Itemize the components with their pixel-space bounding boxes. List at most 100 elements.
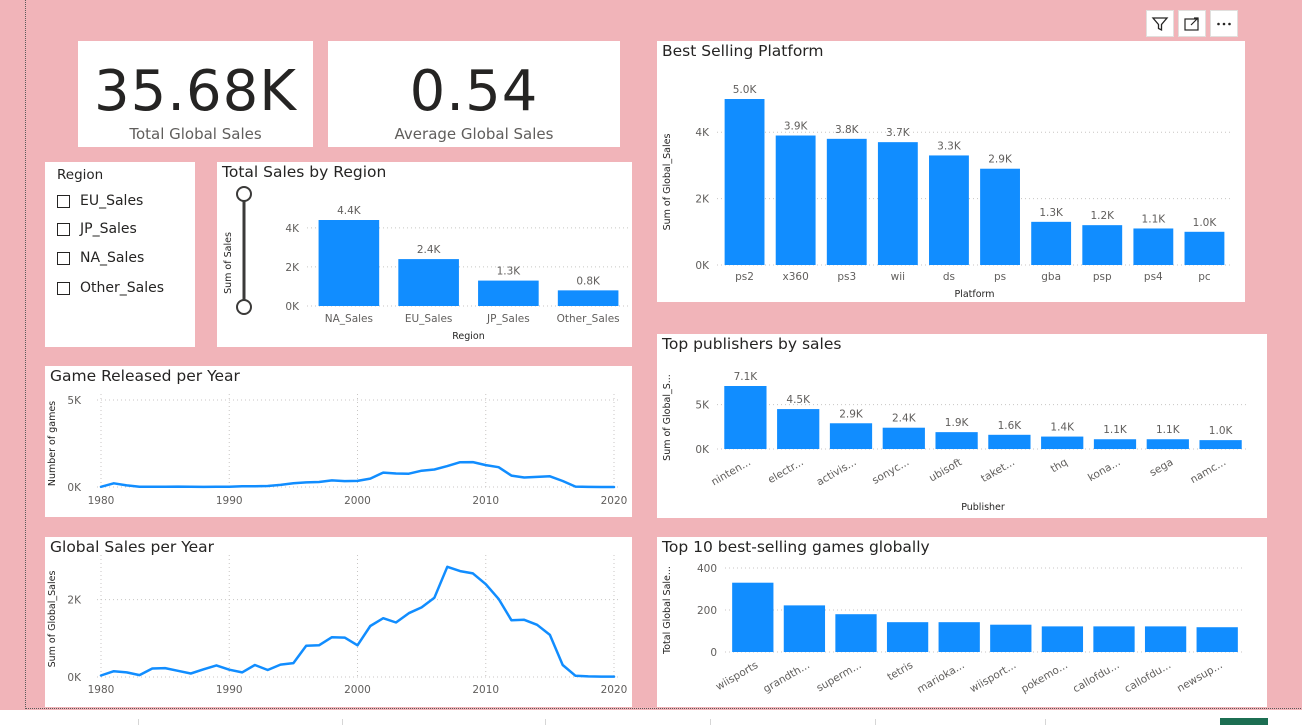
zoom-slider-handle-bottom: [236, 299, 252, 315]
slicer-item-other-sales[interactable]: Other_Sales: [57, 278, 164, 298]
x-tick-label: pokemo...: [1019, 659, 1070, 695]
x-tick-label: 1980: [88, 684, 115, 696]
bar: [826, 138, 867, 265]
bar: [777, 409, 820, 449]
bar: [929, 155, 969, 265]
checkbox[interactable]: [57, 222, 70, 236]
x-tick-label: wii: [891, 271, 905, 283]
x-tick-label: JP_Sales: [486, 313, 530, 325]
region-slicer[interactable]: Region EU_Sales JP_Sales NA_Sales Other_…: [45, 162, 195, 347]
x-tick-label: tetris: [885, 659, 915, 683]
bar: [1041, 626, 1084, 652]
data-label: 2.4K: [417, 244, 442, 256]
slicer-item-label: EU_Sales: [80, 193, 144, 209]
slicer-title: Region: [57, 167, 104, 183]
x-tick-label: 1990: [216, 684, 243, 696]
bar: [938, 622, 980, 652]
bar: [557, 290, 619, 306]
checkbox[interactable]: [57, 194, 70, 208]
x-tick-label: callofdu...: [1122, 659, 1173, 695]
more-options-button[interactable]: [1210, 10, 1238, 37]
x-tick-label: ds: [943, 271, 955, 283]
x-tick-label: ps3: [837, 271, 856, 283]
x-tick-label: 2020: [601, 495, 628, 507]
bar: [990, 624, 1032, 652]
chart-card-game-released-per-year[interactable]: Game Released per Year 0K 5K 1980 1990 2000 2…: [45, 366, 632, 517]
x-tick-label: 2000: [344, 495, 371, 507]
y-tick-label: 5K: [695, 400, 710, 412]
x-tick-label: activis...: [815, 456, 859, 488]
data-label: 4.5K: [786, 394, 811, 406]
x-tick-label: 2010: [472, 684, 499, 696]
data-label: 2.9K: [988, 154, 1013, 166]
data-label: 1.9K: [945, 417, 970, 429]
data-label: 3.9K: [784, 121, 809, 133]
x-tick-label: kona...: [1086, 456, 1123, 484]
checkbox[interactable]: [57, 251, 70, 265]
bar: [1082, 225, 1123, 265]
kpi-label: Average Global Sales: [394, 125, 554, 143]
region-bar-chart: 0K 2K 4K Sum of Sales 4.4K NA_Sales 2.4K EU_Sal…: [223, 186, 628, 342]
x-tick-label: pc: [1198, 271, 1211, 283]
y-tick-label: 200: [697, 605, 717, 617]
bar: [1196, 627, 1238, 652]
chart-card-top-10-games[interactable]: Top 10 best-selling games globally 0 200 4…: [657, 537, 1267, 707]
slicer-item-jp-sales[interactable]: JP_Sales: [57, 219, 137, 239]
bar: [988, 434, 1031, 449]
filter-button[interactable]: [1146, 10, 1174, 37]
y-tick-label: 0K: [67, 672, 82, 684]
kpi-card-average-global-sales[interactable]: 0.54 Average Global Sales: [328, 41, 620, 147]
sales-per-year-line-chart: 0K 2K 1980 1990 2000 2010 2020 Sum of Global_Sa…: [47, 555, 627, 696]
y-axis-title: Sum of Sales: [223, 232, 234, 294]
x-tick-label: sega: [1148, 456, 1176, 479]
data-label: 1.1K: [1103, 424, 1128, 436]
x-tick-label: thq: [1049, 456, 1070, 475]
kpi-card-total-global-sales[interactable]: 35.68K Total Global Sales: [78, 41, 313, 147]
more-options-icon: [1217, 22, 1231, 25]
bar: [1133, 228, 1174, 265]
data-label: 3.7K: [886, 127, 911, 139]
y-tick-label: 4K: [695, 127, 710, 139]
bar: [1146, 439, 1189, 449]
y-tick-label: 2K: [285, 262, 300, 274]
slicer-item-eu-sales[interactable]: EU_Sales: [57, 191, 143, 211]
active-page-indicator: [1220, 718, 1268, 725]
chart-card-total-sales-by-region[interactable]: Total Sales by Region 0K 2K 4K Sum of Sales…: [217, 162, 632, 347]
x-tick-label: marioka...: [915, 659, 967, 696]
x-tick-label: wiisports: [714, 659, 761, 693]
bar: [877, 142, 918, 265]
y-tick-label: 0K: [285, 301, 300, 313]
x-tick-label: ps4: [1144, 271, 1163, 283]
x-tick-label: wiisport...: [968, 659, 1019, 695]
x-tick-label: psp: [1093, 271, 1112, 283]
x-tick-label: ps: [994, 271, 1006, 283]
slicer-item-na-sales[interactable]: NA_Sales: [57, 248, 144, 268]
x-axis-title: Platform: [954, 289, 994, 300]
chart-card-top-publishers[interactable]: Top publishers by sales 0K 5K Sum of Globa…: [657, 334, 1267, 518]
x-tick-label: namc...: [1188, 456, 1228, 486]
x-axis-title: Publisher: [961, 502, 1005, 513]
bar: [1184, 231, 1225, 265]
y-tick-label: 4K: [285, 223, 300, 235]
bottom-page-bar: [0, 710, 1302, 725]
x-tick-label: ninten...: [709, 456, 753, 488]
chart-card-global-sales-per-year[interactable]: Global Sales per Year 0K 2K 1980 1990 2000 20…: [45, 537, 632, 707]
data-label: 3.3K: [937, 140, 962, 152]
x-tick-label: callofdu...: [1071, 659, 1122, 695]
checkbox[interactable]: [57, 281, 70, 295]
y-axis-title: Total Global Sale...: [662, 566, 673, 655]
slicer-item-label: NA_Sales: [80, 250, 145, 266]
focus-mode-icon: [1184, 16, 1199, 31]
data-label: 1.6K: [998, 420, 1023, 432]
zoom-slider-handle-top: [236, 186, 252, 202]
bar: [1144, 626, 1187, 652]
filter-icon: [1151, 16, 1169, 31]
top-games-bar-chart: 0 200 400 Total Global Sale... wiisports gran…: [662, 563, 1243, 696]
chart-card-best-selling-platform[interactable]: Best Selling Platform 0K 2K 4K Sum of Globa…: [657, 41, 1245, 302]
platform-bar-chart: 0K 2K 4K Sum of Global_Sales 5.0K ps2 3.9K x360…: [662, 84, 1230, 300]
data-label: 1.2K: [1090, 210, 1115, 222]
data-label: 2.9K: [839, 408, 864, 420]
focus-mode-button[interactable]: [1178, 10, 1206, 37]
data-label: 4.4K: [337, 205, 362, 217]
bar: [1031, 221, 1072, 265]
